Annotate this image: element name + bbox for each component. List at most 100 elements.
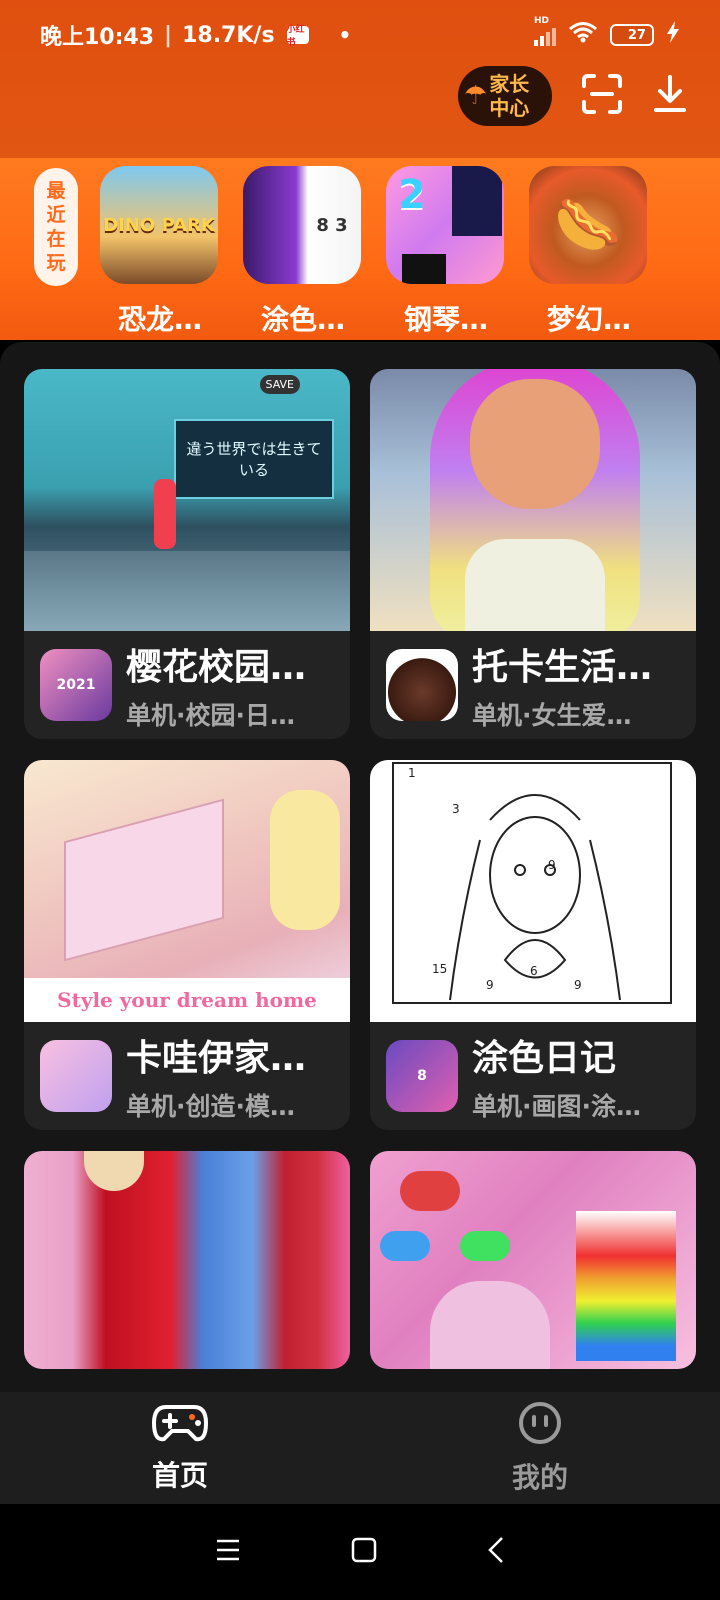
recent-game-name: 钢琴… — [403, 303, 488, 336]
game-icon-text: 2 — [398, 172, 426, 218]
status-bar: 晚上10:43 | 18.7K/s 小红书 • HD 27 — [0, 0, 720, 70]
room-floor — [64, 798, 224, 962]
save-label: SAVE — [259, 375, 300, 394]
recent-label-char: 在 — [46, 228, 66, 250]
game-title: 樱花校园… — [126, 647, 307, 688]
game-tags: 单机·校园·日… — [126, 701, 295, 730]
game-card-cake[interactable] — [370, 1151, 696, 1369]
game-card-toca[interactable]: 托卡生活… 单机·女生爱… — [370, 369, 696, 739]
recently-played-label: 最 近 在 玩 — [34, 168, 78, 286]
game-title: 托卡生活… — [472, 647, 653, 688]
paint-number: 9 — [574, 978, 582, 992]
system-navigation-bar — [0, 1504, 720, 1600]
battery-icon: 27 — [610, 24, 654, 46]
paint-number: 9 — [486, 978, 494, 992]
nav-mine-label: 我的 — [511, 1460, 568, 1494]
status-time: 晚上10:43 — [40, 25, 155, 50]
recent-game-dream[interactable]: 🌭 梦幻… — [529, 166, 649, 338]
game-tags: 单机·女生爱… — [472, 701, 632, 730]
notification-badge-icon: 小红书 — [286, 25, 309, 48]
paint-number: 1 — [408, 766, 416, 780]
banner-text: Style your dream home — [24, 978, 350, 1022]
back-icon[interactable] — [487, 1536, 505, 1568]
game-screenshot: 1 3 9 6 9 9 15 — [370, 760, 696, 1022]
wifi-icon — [568, 21, 598, 49]
scan-icon[interactable] — [582, 74, 622, 118]
game-screenshot — [370, 369, 696, 631]
app-icon — [40, 1040, 112, 1112]
paint-number: 6 — [530, 964, 538, 978]
recent-game-name: 涂色… — [260, 303, 345, 336]
hd-label: HD — [534, 16, 550, 26]
game-icon-text: DINO PARK — [103, 214, 215, 236]
recent-game-name: 恐龙… — [117, 303, 202, 336]
menu-icon[interactable] — [215, 1538, 241, 1566]
game-card-sakura[interactable]: 違う世界では生きている SAVE 2021 樱花校园… 单机·校园·日… — [24, 369, 350, 739]
recent-game-coloring[interactable]: 8 3 涂色… — [243, 166, 363, 338]
smiley-icon — [518, 1401, 562, 1452]
recent-label-char: 最 — [46, 180, 66, 202]
paint-number: 9 — [548, 858, 556, 872]
game-screenshot — [370, 1151, 696, 1369]
battery-level: 27 — [627, 27, 646, 43]
game-title: 涂色日记 — [472, 1038, 617, 1079]
character-figure — [154, 479, 176, 549]
game-icon: 🌭 — [529, 166, 647, 284]
paint-number: 15 — [432, 962, 448, 976]
app-icon-text: 8 — [417, 1068, 427, 1084]
game-feed: 違う世界では生きている SAVE 2021 樱花校园… 单机·校园·日… 托卡生… — [0, 342, 720, 1392]
paint-bowl — [380, 1231, 430, 1261]
game-title: 卡哇伊家… — [126, 1038, 307, 1079]
stage-floor — [24, 551, 350, 631]
game-screenshot: Style your dream home — [24, 760, 350, 1022]
character-figure — [270, 790, 340, 930]
game-card-dress-up[interactable] — [24, 1151, 350, 1369]
recent-label-char: 近 — [46, 204, 66, 226]
app-header: 晚上10:43 | 18.7K/s 小红书 • HD 27 ☂ 家长 中心 — [0, 0, 720, 160]
notification-dot: • — [338, 23, 352, 47]
app-icon: 2021 — [40, 649, 112, 721]
recent-game-name: 梦幻… — [546, 303, 631, 336]
game-card-coloring-diary[interactable]: 1 3 9 6 9 9 15 8 涂色日记 单机·画图·涂… — [370, 760, 696, 1130]
nav-mine[interactable]: 我的 — [360, 1392, 720, 1504]
character-face — [470, 379, 600, 509]
game-card-kawaii-home[interactable]: Style your dream home 卡哇伊家… 单机·创造·模… — [24, 760, 350, 1130]
charging-icon — [666, 21, 680, 49]
umbrella-icon: ☂ — [464, 81, 488, 111]
app-icon-text: 2021 — [56, 677, 96, 693]
gamepad-icon — [151, 1403, 209, 1450]
recent-game-dino[interactable]: DINO PARK 恐龙… — [100, 166, 220, 338]
stage-screen: 違う世界では生きている — [174, 419, 334, 499]
game-tags: 单机·创造·模… — [126, 1092, 295, 1121]
app-icon: 8 — [386, 1040, 458, 1112]
signal-icon: HD — [534, 16, 556, 46]
game-icon: 2 — [386, 166, 504, 284]
recent-game-piano[interactable]: 2 钢琴… — [386, 166, 506, 338]
download-icon[interactable] — [652, 74, 688, 118]
recent-label-char: 玩 — [46, 252, 66, 274]
paint-bowl — [460, 1231, 510, 1261]
app-icon — [386, 649, 458, 721]
parent-center-label-2: 中心 — [489, 96, 530, 120]
paint-number: 3 — [452, 802, 460, 816]
unicorn-cake — [430, 1281, 550, 1369]
game-icon: DINO PARK — [100, 166, 218, 284]
nav-home[interactable]: 首页 — [0, 1392, 360, 1504]
network-speed: 18.7K/s — [182, 22, 275, 48]
game-icon-text: 🌭 — [554, 193, 622, 256]
parent-center-button[interactable]: ☂ 家长 中心 — [458, 66, 552, 126]
paint-bowl — [400, 1171, 460, 1211]
parent-center-label-1: 家长 — [489, 72, 530, 96]
game-screenshot: 違う世界では生きている SAVE — [24, 369, 350, 631]
game-icon-text: 8 3 — [316, 214, 348, 236]
rainbow-cake — [576, 1211, 676, 1361]
character-figure — [84, 1151, 144, 1191]
character-shirt — [465, 539, 605, 631]
status-separator: | — [164, 22, 173, 48]
game-tags: 单机·画图·涂… — [472, 1092, 641, 1121]
recently-played-section: 最 近 在 玩 DINO PARK 恐龙… 8 3 涂色… 2 钢琴… 🌭 梦幻… — [0, 158, 720, 340]
game-screenshot — [24, 1151, 350, 1369]
game-icon: 8 3 — [243, 166, 361, 284]
home-square-icon[interactable] — [351, 1537, 377, 1567]
nav-home-label: 首页 — [152, 1454, 208, 1494]
